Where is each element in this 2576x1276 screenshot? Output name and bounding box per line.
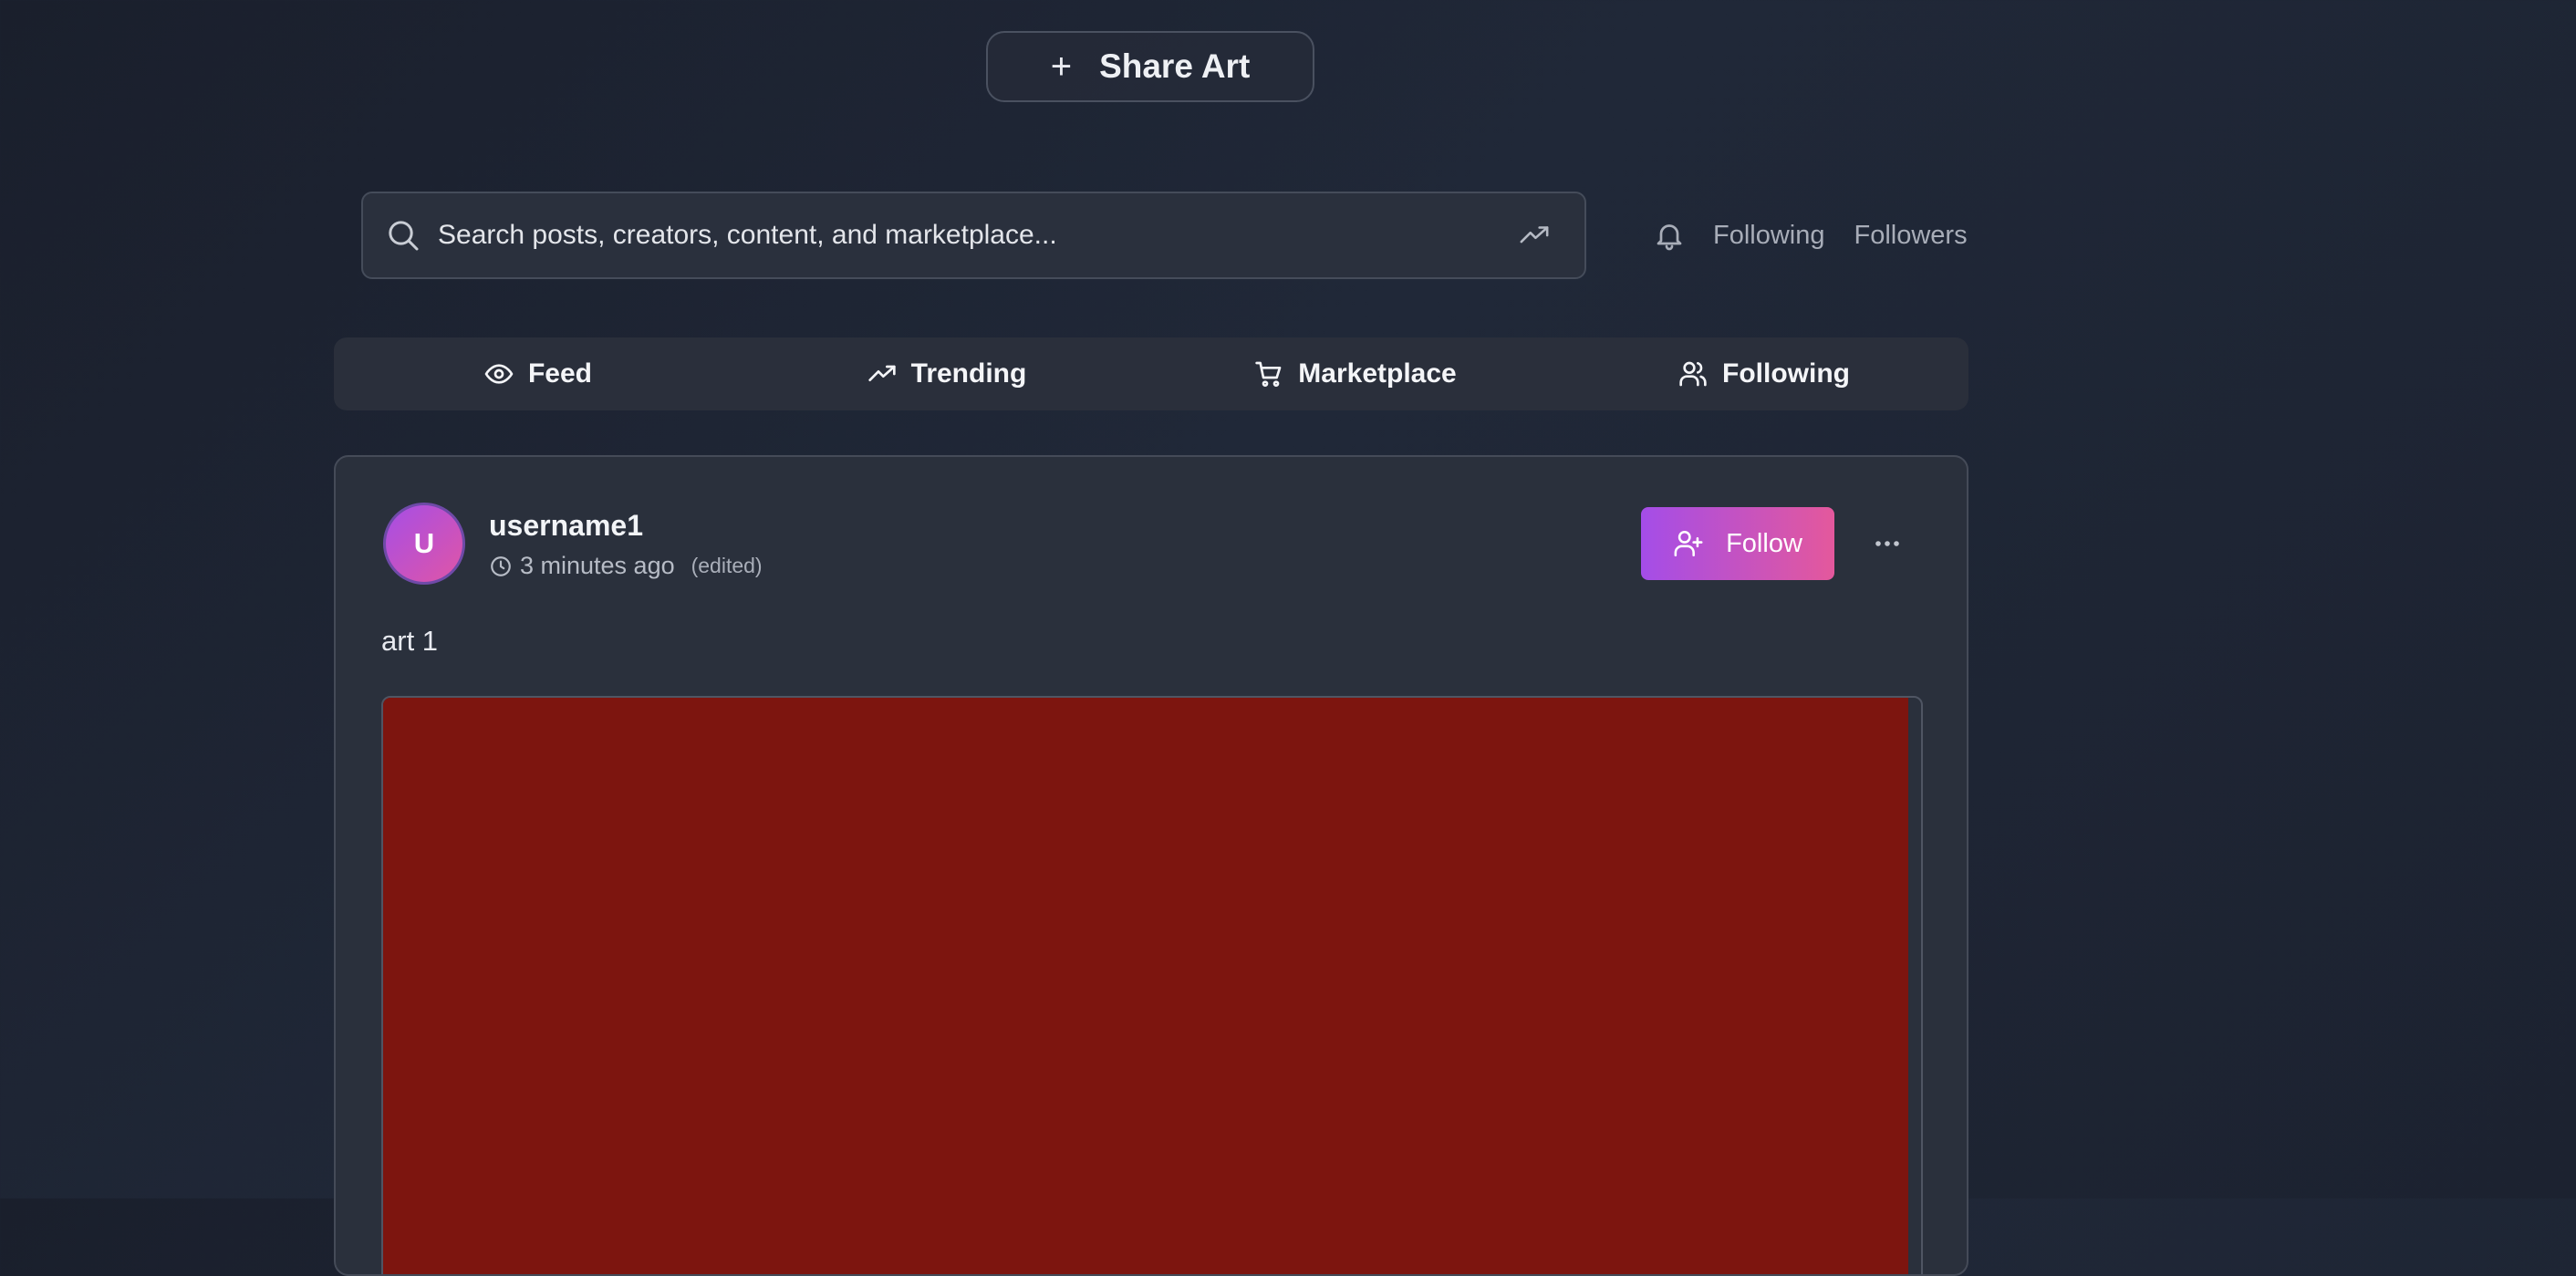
tab-following-label: Following [1722, 358, 1850, 389]
follow-button[interactable]: Follow [1641, 507, 1834, 580]
feed-tabs: Feed Trending Marketplace Following [334, 337, 1968, 410]
followers-link[interactable]: Followers [1854, 221, 1968, 251]
tab-feed-label: Feed [527, 358, 593, 389]
post-username[interactable]: username1 [489, 509, 643, 543]
search-bar [361, 192, 1586, 279]
tab-following[interactable]: Following [1560, 337, 1968, 410]
artwork-image [383, 698, 1908, 1274]
search-icon [385, 217, 421, 254]
following-link[interactable]: Following [1713, 221, 1825, 251]
share-art-button[interactable]: + Share Art [986, 31, 1314, 102]
eye-icon [484, 359, 514, 389]
post-card: U username1 3 minutes ago (edited) Follo… [334, 455, 1968, 1276]
top-links: Following Followers [1653, 210, 1968, 261]
more-options-icon[interactable] [1868, 524, 1906, 563]
tab-feed[interactable]: Feed [334, 337, 743, 410]
search-input[interactable] [438, 220, 1519, 251]
avatar[interactable]: U [383, 503, 465, 585]
tab-trending[interactable]: Trending [743, 337, 1151, 410]
users-icon [1678, 359, 1708, 389]
cart-icon [1254, 359, 1283, 389]
trending-icon[interactable] [1519, 220, 1550, 251]
post-artwork[interactable] [381, 696, 1923, 1274]
clock-icon [489, 555, 513, 578]
post-time: 3 minutes ago [520, 552, 675, 579]
post-caption: art 1 [381, 625, 439, 657]
edited-label: (edited) [691, 554, 763, 577]
trending-icon [867, 359, 897, 389]
bell-icon[interactable] [1653, 219, 1686, 252]
follow-label: Follow [1726, 528, 1802, 558]
share-art-label: Share Art [1099, 47, 1251, 85]
post-meta: 3 minutes ago (edited) [489, 552, 763, 580]
tab-trending-label: Trending [910, 358, 1027, 389]
plus-icon: + [1050, 47, 1073, 87]
tab-marketplace[interactable]: Marketplace [1151, 337, 1560, 410]
user-plus-icon [1673, 528, 1704, 559]
tab-marketplace-label: Marketplace [1298, 358, 1457, 389]
